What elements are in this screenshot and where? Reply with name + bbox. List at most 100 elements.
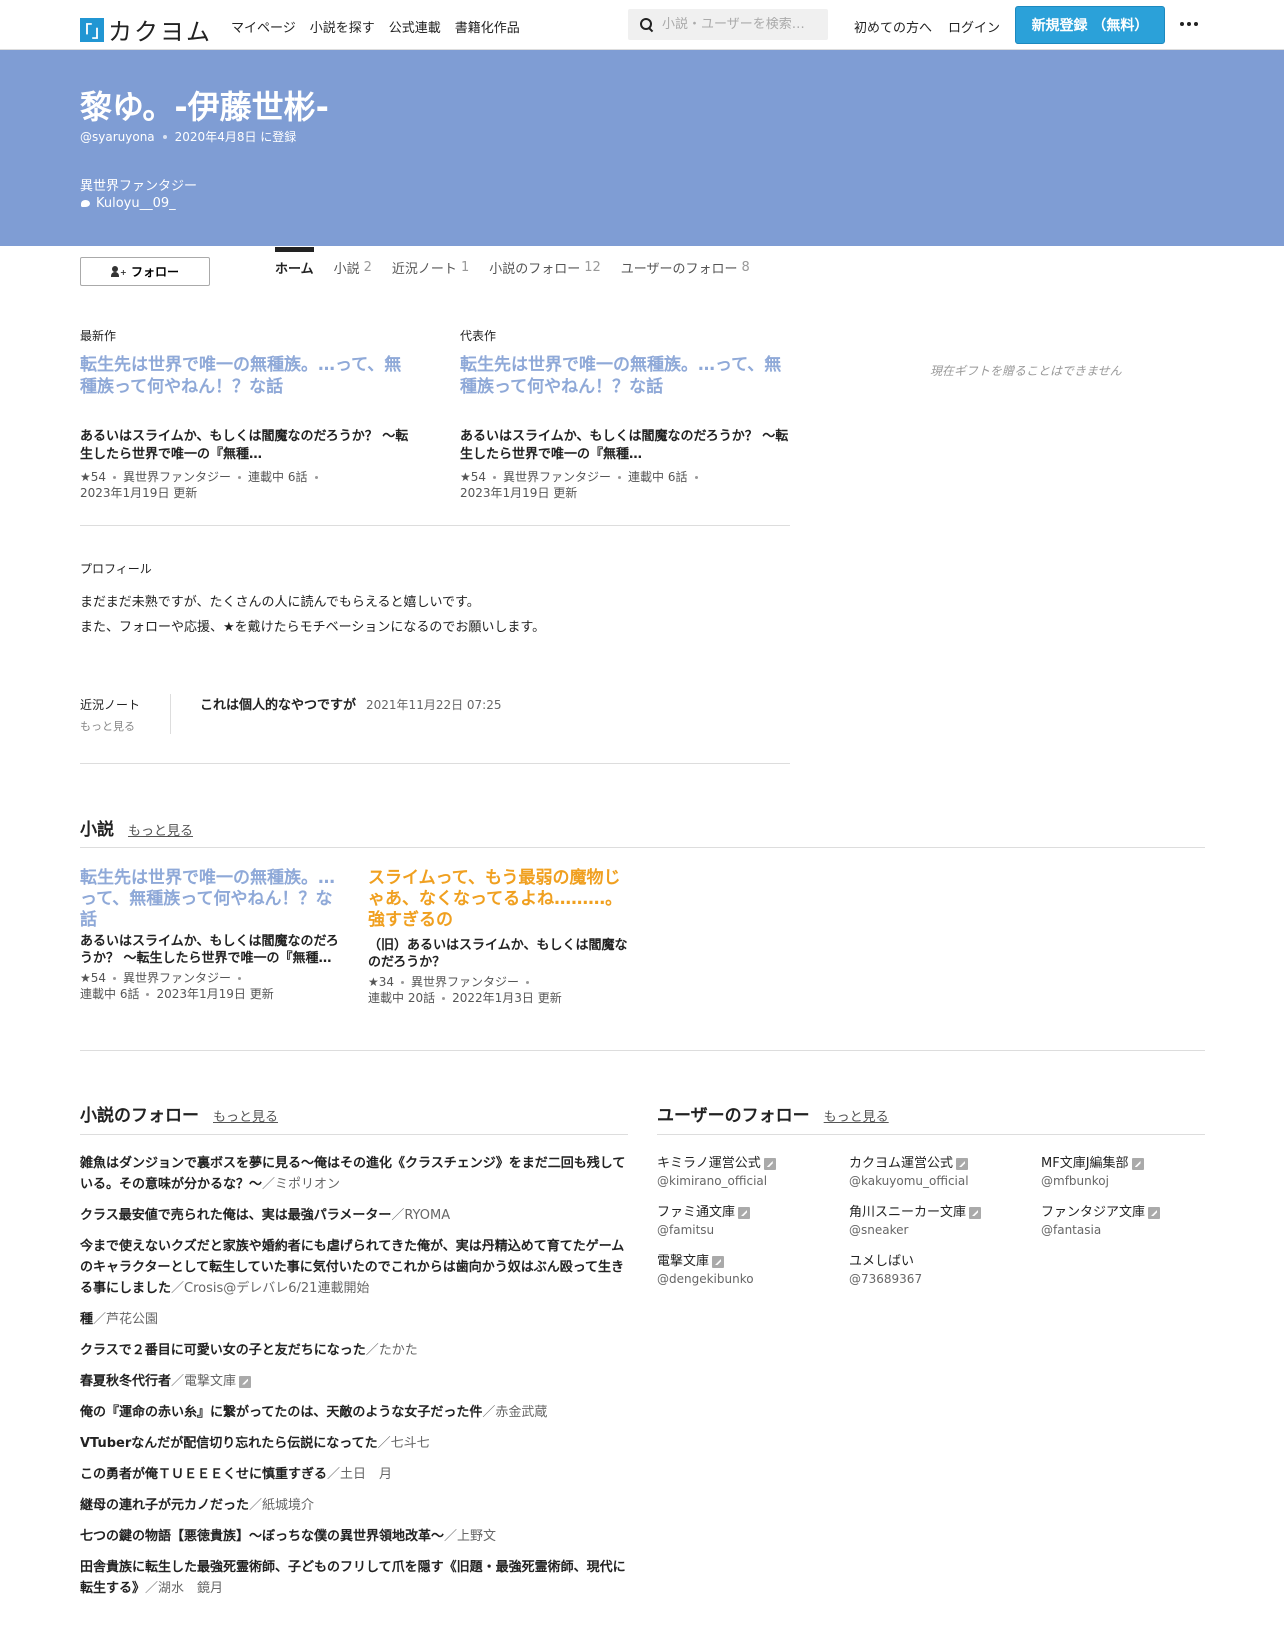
list-item: この勇者が俺ＴＵＥＥＥくせに慎重すぎる／土日 月: [80, 1464, 628, 1485]
tab-user-follows[interactable]: ユーザーのフォロー 8: [621, 247, 750, 287]
twitter-link[interactable]: Kuloyu__09_: [80, 196, 176, 211]
gift-note: 現在ギフトを贈ることはできません: [930, 364, 1122, 378]
followed-novel-author[interactable]: ／赤金武蔵: [482, 1405, 547, 1420]
novel-follows-head: 小説のフォロー もっと見る: [80, 1101, 278, 1126]
followed-user[interactable]: ファミ通文庫 @famitsu: [657, 1204, 849, 1238]
followed-user[interactable]: カクヨム運営公式 @kakuyomu_official: [849, 1155, 1041, 1189]
tab-label: 小説のフォロー: [489, 261, 581, 277]
nav-search-novels[interactable]: 小説を探す: [310, 17, 375, 36]
followed-novel-author[interactable]: ／電撃文庫: [171, 1374, 236, 1389]
login-link[interactable]: ログイン: [948, 17, 1000, 36]
main-nav: マイページ 小説を探す 公式連載 書籍化作品: [231, 17, 520, 36]
followed-user[interactable]: ユメしばい @73689367: [849, 1253, 1041, 1287]
notes-more-link[interactable]: もっと見る: [80, 716, 140, 738]
followed-novel-author[interactable]: ／芦花公園: [93, 1312, 158, 1327]
followed-novel-author[interactable]: ／湖水 鏡月: [145, 1581, 223, 1596]
followed-user[interactable]: MF文庫J編集部 @mfbunkoj: [1041, 1155, 1197, 1189]
separator-dot: [162, 134, 167, 139]
followed-user[interactable]: キミラノ運営公式 @kimirano_official: [657, 1155, 849, 1189]
logo-text: カクヨム: [108, 18, 212, 46]
novels-more-link[interactable]: もっと見る: [128, 820, 193, 839]
user-name: ファンタジア文庫: [1041, 1205, 1146, 1220]
first-time-link[interactable]: 初めての方へ: [854, 17, 932, 36]
status: 連載中 6話: [248, 470, 308, 484]
featured-work: 代表作 転生先は世界で唯一の無種族。…って、無種族って何やねん！？な話 あるいは…: [460, 327, 790, 501]
followed-novel-title[interactable]: 七つの鍵の物語【悪徳貴族】～ぼっちな僕の異世界領地改革～: [80, 1529, 444, 1544]
followed-novel-title[interactable]: 雑魚はダンジョンで裏ボスを夢に見る～俺はその進化《クラスチェンジ》をまだ二回も残…: [80, 1156, 625, 1192]
official-badge-icon: [956, 1158, 969, 1170]
followed-novel-title[interactable]: クラスで２番目に可愛い女の子と友だちになった: [80, 1343, 366, 1358]
featured-work-title[interactable]: 転生先は世界で唯一の無種族。…って、無種族って何やねん！？な話: [460, 354, 790, 398]
latest-work-meta: ★54 異世界ファンタジー 連載中 6話 2023年1月19日 更新: [80, 469, 410, 501]
more-menu-icon[interactable]: [1180, 22, 1198, 26]
followed-novel-author[interactable]: ／ミポリオン: [262, 1177, 340, 1192]
list-item: VTuberなんだが配信切り忘れたら伝説になってた／七斗七: [80, 1433, 628, 1454]
followed-novel-title[interactable]: 継母の連れ子が元カノだった: [80, 1498, 249, 1513]
followed-novel-author[interactable]: ／Crosis@デレバレ6/21連載開始: [171, 1281, 369, 1296]
nav-official-serials[interactable]: 公式連載: [389, 17, 441, 36]
followed-user[interactable]: 電撃文庫 @dengekibunko: [657, 1253, 849, 1287]
latest-work: 最新作 転生先は世界で唯一の無種族。…って、無種族って何やねん！？な話 あるいは…: [80, 327, 410, 501]
twitter-handle: Kuloyu__09_: [96, 196, 176, 211]
profile-banner: 黎ゆ。-伊藤世彬- @syaruyona 2020年4月8日 に登録 異世界ファ…: [0, 50, 1284, 246]
search-icon[interactable]: [640, 17, 654, 32]
nav-published-works[interactable]: 書籍化作品: [455, 17, 520, 36]
genre: 異世界ファンタジー: [411, 975, 520, 989]
followed-novel-title[interactable]: クラス最安値で売られた俺は、実は最強パラメーター: [80, 1208, 391, 1223]
novel-title[interactable]: 転生先は世界で唯一の無種族。…って、無種族って何やねん！？な話: [80, 868, 342, 931]
note-title[interactable]: これは個人的なやつですが: [200, 694, 356, 713]
latest-work-catch: あるいはスライムか、もしくは閻魔なのだろうか？ 〜転生したら世界で唯一の『無種…: [80, 429, 409, 462]
user-follows-more-link[interactable]: もっと見る: [824, 1106, 889, 1125]
search-input[interactable]: [662, 17, 822, 32]
logo-mark-icon: 「」: [76, 17, 108, 42]
followed-user[interactable]: 角川スニーカー文庫 @sneaker: [849, 1204, 1041, 1238]
followed-novel-title[interactable]: 俺の『運命の赤い糸』に繋がってたのは、天敵のような女子だった件: [80, 1405, 482, 1420]
list-item: クラス最安値で売られた俺は、実は最強パラメーター／RYOMA: [80, 1205, 628, 1226]
list-item: 継母の連れ子が元カノだった／紙城境介: [80, 1495, 628, 1516]
follow-button[interactable]: + フォロー: [80, 257, 210, 286]
tab-notes[interactable]: 近況ノート 1: [392, 247, 469, 287]
list-item: 種／芦花公園: [80, 1309, 628, 1330]
tab-novel-follows[interactable]: 小説のフォロー 12: [489, 247, 601, 287]
signup-button[interactable]: 新規登録 （無料）: [1015, 6, 1165, 44]
divider: [80, 763, 790, 764]
nav-mypage[interactable]: マイページ: [231, 17, 296, 36]
novel-title[interactable]: スライムって、もう最弱の魔物じゃあ、なくなってるよね………。強すぎるの: [368, 868, 630, 931]
follow-label: フォロー: [130, 265, 179, 279]
updated-date: 2023年1月19日 更新: [80, 486, 198, 500]
followed-novel-author[interactable]: ／紙城境介: [249, 1498, 314, 1513]
novel-meta: ★54 異世界ファンタジー 連載中 6話 2023年1月19日 更新: [80, 970, 342, 1002]
genre: 異世界ファンタジー: [503, 470, 612, 484]
kakuyomu-logo[interactable]: 「」 カクヨム: [76, 12, 212, 47]
user-genre: 異世界ファンタジー: [80, 179, 198, 194]
status: 連載中 6話: [628, 470, 688, 484]
notes-label: 近況ノート: [80, 698, 141, 712]
followed-novel-author[interactable]: ／RYOMA: [391, 1208, 450, 1223]
tab-novels[interactable]: 小説 2: [334, 247, 372, 287]
search-box: [628, 9, 828, 40]
tab-home[interactable]: ホーム: [275, 247, 314, 287]
user-id: @sneaker: [849, 1223, 909, 1237]
followed-user[interactable]: ファンタジア文庫 @fantasia: [1041, 1204, 1197, 1238]
followed-novel-title[interactable]: VTuberなんだが配信切り忘れたら伝説になってた: [80, 1436, 378, 1451]
followed-novel-title[interactable]: 春夏秋冬代行者: [80, 1374, 171, 1389]
followed-novel-author[interactable]: ／七斗七: [378, 1436, 430, 1451]
novel-follows-more-link[interactable]: もっと見る: [213, 1106, 278, 1125]
profile-line: まだまだ未熟ですが、たくさんの人に読んでもらえると嬉しいです。: [80, 595, 480, 610]
followed-novel-author[interactable]: ／たかた: [366, 1343, 418, 1358]
user-name: ファミ通文庫: [657, 1205, 736, 1220]
list-item: クラスで２番目に可愛い女の子と友だちになった／たかた: [80, 1340, 628, 1361]
latest-work-title[interactable]: 転生先は世界で唯一の無種族。…って、無種族って何やねん！？な話: [80, 354, 410, 398]
user-id: @famitsu: [657, 1223, 715, 1237]
followed-novel-author[interactable]: ／土日 月: [327, 1467, 392, 1482]
official-badge-icon: [1131, 1158, 1144, 1170]
user-id: @73689367: [849, 1272, 923, 1286]
followed-novel-title[interactable]: 種: [80, 1312, 93, 1327]
followed-novel-author[interactable]: ／上野文: [444, 1529, 496, 1544]
star-count: ★54: [80, 971, 107, 985]
updated-date: 2023年1月19日 更新: [156, 987, 274, 1001]
user-id: @dengekibunko: [657, 1272, 754, 1286]
note-entry: これは個人的なやつですが 2021年11月22日 07:25: [200, 694, 502, 713]
user-name: 電撃文庫: [657, 1254, 710, 1269]
followed-novel-title[interactable]: この勇者が俺ＴＵＥＥＥくせに慎重すぎる: [80, 1467, 327, 1482]
